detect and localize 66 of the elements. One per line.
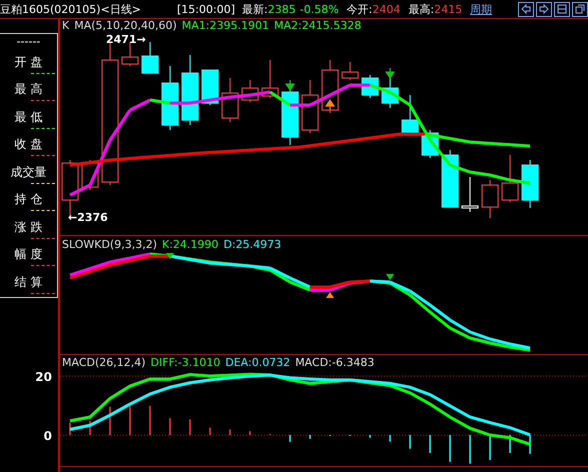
indicator-reading: MA2:2415.5328 [274,19,362,33]
quote-label: 今开: [346,2,372,16]
down-arrow-icon [286,80,295,90]
right-arrow-icon [539,4,549,14]
down-arrow-icon [166,253,174,259]
instrument-title: 豆粕1605(020105)<日线> [0,2,142,16]
field-label: 最 低 [14,110,42,124]
field-label: 幅 度 [14,247,42,261]
candlestick [222,78,238,122]
field-label: 收 盘 [14,137,42,151]
candlestick [302,80,318,134]
candlestick [122,42,138,66]
y-tick-label: 20 [35,370,52,384]
quote-time: [15:00:00] [177,2,236,16]
candlestick [462,176,478,212]
low-price-label: ←2376 [68,211,108,224]
candlestick [262,60,278,98]
chart-type-label: K [62,19,70,33]
indicator-reading: K:24.1990 [162,237,218,252]
window-icon [575,4,585,14]
candlestick [162,66,178,130]
quote-value: -0.58% [300,2,339,16]
indicator-reading: MA1:2395.1901 [182,19,270,33]
up-arrow-icon [326,292,334,298]
candlestick [202,70,218,106]
indicator-name: MACD(26,12,4) [62,355,146,370]
high-price-label: 2471→ [106,33,146,46]
field-label: 开 盘 [14,54,42,68]
candlestick [502,154,518,202]
candlestick [442,150,458,208]
candlestick [342,62,358,80]
field-label: 最 高 [14,82,42,96]
indicator-name: SLOWKD(9,3,3,2) [62,237,158,252]
candlestick [242,80,258,102]
quote-value: 2415 [434,2,462,16]
quote-label: 最新: [242,2,268,16]
candlestick [182,54,198,126]
quote-value: 2385 [268,2,296,16]
left-arrow-icon [521,4,531,14]
right-arrow-button[interactable] [536,2,552,16]
field-label: 结 算 [14,274,42,288]
indicator-reading: MACD:-6.3483 [295,355,374,370]
y-tick-label: 0 [44,429,52,443]
split-view-icon [557,4,567,14]
indicator-name: MA(5,10,20,40,60) [74,19,177,33]
quote-value: 2404 [372,2,400,16]
indicator-reading: D:25.4973 [223,237,282,252]
left-arrow-button[interactable] [518,2,534,16]
quote-label: 最高: [408,2,434,16]
indicator-reading: DIFF:-3.1010 [150,355,220,370]
candlestick [482,180,498,218]
indicator-reading: DEA:0.0732 [225,355,290,370]
field-label: 成交量 [10,164,46,178]
field-label: 持 仓 [14,192,42,206]
period-link[interactable]: 周期 [470,2,492,16]
down-arrow-icon [386,68,395,78]
candlestick [142,42,158,74]
field-label: 涨 跌 [14,220,42,234]
candlestick [402,94,418,136]
window-button[interactable] [572,2,588,16]
candlestick [522,160,538,208]
split-view-button[interactable] [554,2,570,16]
candlestick [282,90,298,146]
up-arrow-icon [326,100,335,110]
down-arrow-icon [386,274,394,280]
panel-heading: ------ [16,36,40,48]
